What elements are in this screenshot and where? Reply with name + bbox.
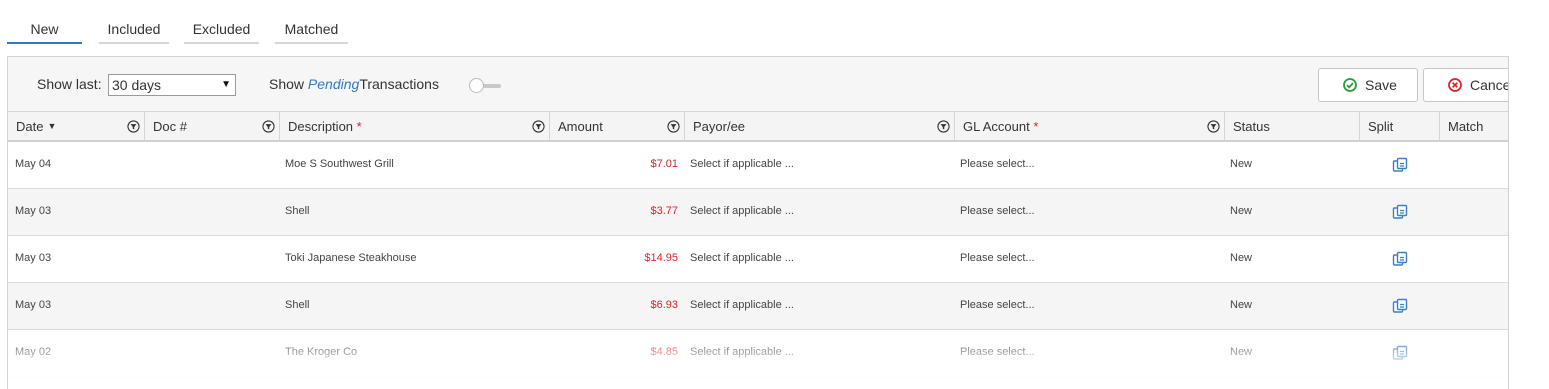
description-cell: The Kroger Co <box>285 346 358 358</box>
payee-select[interactable]: Select if applicable ... <box>690 205 794 217</box>
status-cell: New <box>1230 252 1253 264</box>
date-cell: May 03 <box>15 252 52 264</box>
split-icon[interactable] <box>1391 344 1409 362</box>
toolbar: Show last: 30 days ▼ Show PendingTransac… <box>8 57 1508 111</box>
payee-select[interactable]: Select if applicable ... <box>690 346 794 358</box>
x-circle-icon <box>1448 78 1462 92</box>
show-pending-label: Show PendingTransactions <box>269 76 439 92</box>
split-icon[interactable] <box>1391 297 1409 315</box>
filter-icon[interactable] <box>667 120 680 133</box>
status-cell: New <box>1230 346 1253 358</box>
description-cell: Toki Japanese Steakhouse <box>285 252 417 264</box>
status-cell: New <box>1230 158 1253 170</box>
filter-icon[interactable] <box>532 120 545 133</box>
table-row[interactable]: May 04 Moe S Southwest Grill $7.01 Select i… <box>8 142 1508 189</box>
gl-account-select[interactable]: Please select... <box>960 299 1035 311</box>
column-header-date[interactable]: Date ▼ <box>8 112 145 141</box>
cancel-button[interactable]: Cancel <box>1423 68 1508 102</box>
column-header-match[interactable]: Match <box>1440 112 1508 141</box>
split-icon[interactable] <box>1391 203 1409 221</box>
transactions-panel: Show last: 30 days ▼ Show PendingTransac… <box>7 56 1509 389</box>
doc-header-label: Doc # <box>153 119 187 134</box>
check-circle-icon <box>1343 78 1357 92</box>
save-button[interactable]: Save <box>1318 68 1418 102</box>
split-icon[interactable] <box>1391 156 1409 174</box>
table-row[interactable]: May 02 The Kroger Co $4.85 Select if applic… <box>8 330 1508 377</box>
toggle-knob <box>469 78 484 93</box>
tab-matched[interactable]: Matched <box>275 12 348 44</box>
split-header-label: Split <box>1368 119 1394 134</box>
date-cell: May 03 <box>15 205 52 217</box>
column-header-payee[interactable]: Payor/ee <box>685 112 955 141</box>
amount-cell: $3.77 <box>650 205 678 217</box>
amount-cell: $4.85 <box>650 346 678 358</box>
amount-cell: $14.95 <box>644 252 678 264</box>
gl-account-select[interactable]: Please select... <box>960 252 1035 264</box>
table-row[interactable]: May 03 Shell $3.77 Select if applicable ...… <box>8 189 1508 236</box>
required-marker: * <box>356 119 362 134</box>
column-header-status[interactable]: Status <box>1225 112 1360 141</box>
description-header-label: Description <box>288 119 354 134</box>
split-icon[interactable] <box>1391 250 1409 268</box>
grid-body: May 04 Moe S Southwest Grill $7.01 Select i… <box>8 142 1508 389</box>
chevron-down-icon: ▼ <box>221 79 231 90</box>
description-cell: Shell <box>285 205 310 217</box>
filter-icon[interactable] <box>937 120 950 133</box>
gl-account-select[interactable]: Please select... <box>960 346 1035 358</box>
status-cell: New <box>1230 299 1253 311</box>
date-cell: May 04 <box>15 158 52 170</box>
column-header-amount[interactable]: Amount <box>550 112 685 141</box>
gl-account-header-label: GL Account <box>963 119 1030 134</box>
tab-new[interactable]: New <box>7 12 82 44</box>
tab-excluded[interactable]: Excluded <box>184 12 259 44</box>
filter-icon[interactable] <box>127 120 140 133</box>
table-row[interactable]: May 03 Toki Japanese Steakhouse $14.95 Sele… <box>8 236 1508 283</box>
cancel-label: Cancel <box>1470 77 1508 93</box>
payee-select[interactable]: Select if applicable ... <box>690 299 794 311</box>
tab-included[interactable]: Included <box>99 12 169 44</box>
required-marker: * <box>1033 119 1039 134</box>
date-header-label: Date <box>16 119 44 134</box>
show-pending-suffix: Transactions <box>359 76 439 92</box>
description-cell: Shell <box>285 299 310 311</box>
sort-desc-icon: ▼ <box>47 121 57 131</box>
filter-icon[interactable] <box>1207 120 1220 133</box>
amount-cell: $6.93 <box>650 299 678 311</box>
show-last-value: 30 days <box>112 77 162 93</box>
pending-toggle[interactable] <box>469 78 501 94</box>
date-cell: May 02 <box>15 346 52 358</box>
show-pending-prefix: Show <box>269 76 305 92</box>
match-header-label: Match <box>1448 119 1484 134</box>
payee-header-label: Payor/ee <box>693 119 746 134</box>
column-header-description[interactable]: Description * <box>280 112 550 141</box>
status-cell: New <box>1230 205 1253 217</box>
payee-select[interactable]: Select if applicable ... <box>690 158 794 170</box>
gl-account-select[interactable]: Please select... <box>960 205 1035 217</box>
status-header-label: Status <box>1233 119 1270 134</box>
column-header-gl-account[interactable]: GL Account * <box>955 112 1225 141</box>
grid-header: Date ▼ Doc # Description * Amount Payor/e… <box>8 111 1508 142</box>
date-cell: May 03 <box>15 299 52 311</box>
filter-icon[interactable] <box>262 120 275 133</box>
payee-select[interactable]: Select if applicable ... <box>690 252 794 264</box>
amount-header-label: Amount <box>558 119 603 134</box>
amount-cell: $7.01 <box>650 158 678 170</box>
column-header-split[interactable]: Split <box>1360 112 1440 141</box>
description-cell: Moe S Southwest Grill <box>285 158 394 170</box>
column-header-doc[interactable]: Doc # <box>145 112 280 141</box>
show-last-select[interactable]: 30 days ▼ <box>108 74 236 96</box>
save-label: Save <box>1365 77 1397 93</box>
gl-account-select[interactable]: Please select... <box>960 158 1035 170</box>
show-last-label: Show last: <box>37 76 102 92</box>
pending-word: Pending <box>307 76 360 92</box>
table-row[interactable]: May 03 Shell $6.93 Select if applicable ...… <box>8 283 1508 330</box>
